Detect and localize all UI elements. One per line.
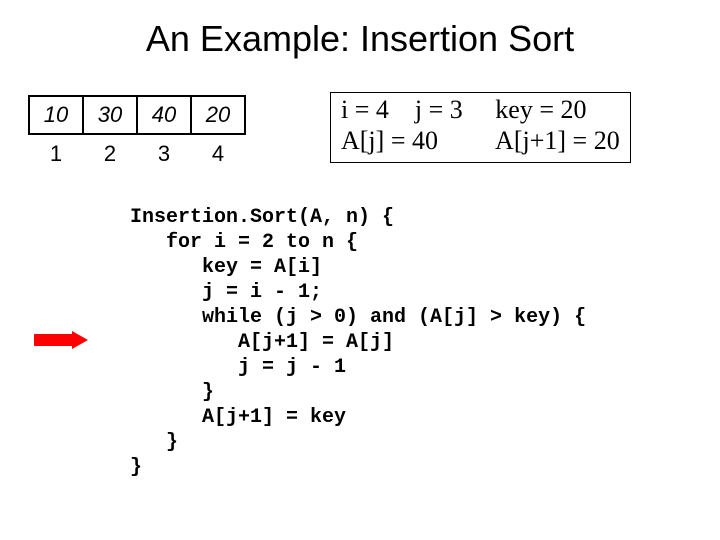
code-line: }: [130, 381, 214, 404]
array-index: 2: [82, 141, 138, 167]
array-visualization: 10 30 40 20 1 2 3 4: [28, 95, 246, 167]
code-line: }: [130, 431, 178, 454]
code-line: A[j+1] = A[j]: [130, 331, 394, 354]
array-cell: 10: [28, 95, 84, 135]
slide: An Example: Insertion Sort 10 30 40 20 1…: [0, 0, 720, 540]
current-line-arrow-icon: [34, 331, 88, 349]
code-line: A[j+1] = key: [130, 406, 346, 429]
array-cell: 30: [82, 95, 138, 135]
code-line: Insertion.Sort(A, n) {: [130, 206, 394, 229]
array-index: 4: [190, 141, 246, 167]
code-block: Insertion.Sort(A, n) { for i = 2 to n { …: [130, 205, 586, 480]
index-row: 1 2 3 4: [28, 141, 246, 167]
array-cell: 20: [190, 95, 246, 135]
code-line: for i = 2 to n {: [130, 231, 358, 254]
code-line: key = A[i]: [130, 256, 322, 279]
array-index: 1: [28, 141, 84, 167]
state-line: A[j] = 40 A[j+1] = 20: [341, 126, 620, 155]
array-index: 3: [136, 141, 192, 167]
code-line: }: [130, 456, 142, 479]
array-row: 10 30 40 20: [28, 95, 246, 135]
code-line: while (j > 0) and (A[j] > key) {: [130, 306, 586, 329]
slide-title: An Example: Insertion Sort: [0, 18, 720, 60]
code-line: j = j - 1: [130, 356, 346, 379]
array-cell: 40: [136, 95, 192, 135]
state-line: i = 4 j = 3 key = 20: [341, 95, 586, 124]
state-box: i = 4 j = 3 key = 20 A[j] = 40 A[j+1] = …: [330, 92, 631, 163]
code-line: j = i - 1;: [130, 281, 322, 304]
